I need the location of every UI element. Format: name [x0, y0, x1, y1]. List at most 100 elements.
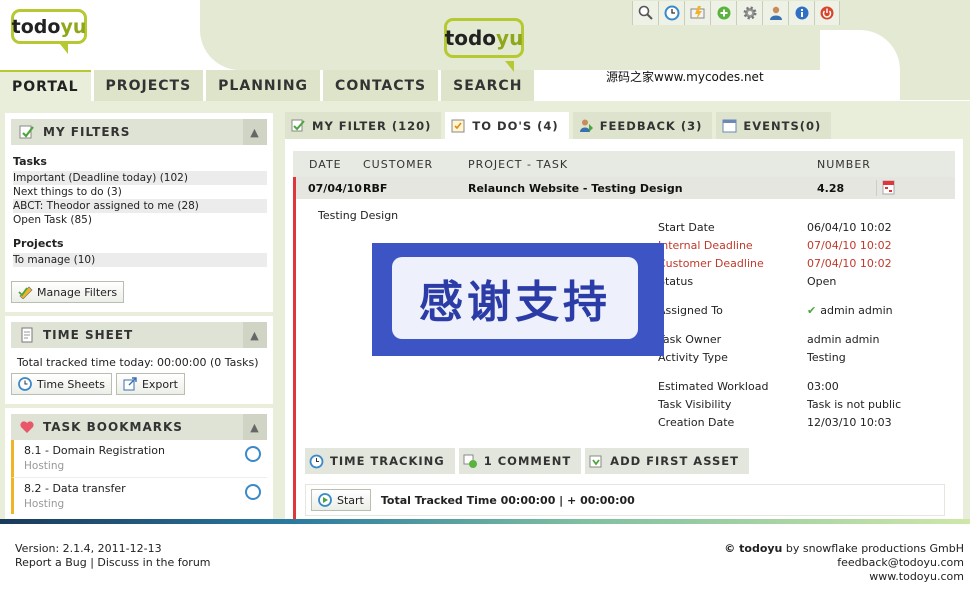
- export-icon: [123, 377, 137, 391]
- tab-portal[interactable]: PORTAL: [0, 70, 91, 101]
- timetrack-icon[interactable]: [245, 446, 261, 462]
- value-internal-deadline: 07/04/10 10:02: [807, 239, 892, 252]
- header-toolbar: [632, 1, 840, 25]
- tab-my-filter[interactable]: MY FILTER (120): [285, 112, 442, 139]
- label-start-date: Start Date: [658, 221, 715, 234]
- table-row[interactable]: 07/04/10 RBF Relaunch Website - Testing …: [293, 177, 955, 199]
- collapse-filters-button[interactable]: ▲: [243, 119, 267, 145]
- filter-icon: [291, 118, 306, 133]
- tracked-time-today: Total tracked time today: 00:00:00 (0 Ta…: [17, 356, 259, 369]
- tab-events[interactable]: EVENTS(0): [716, 112, 832, 139]
- tab-feedback[interactable]: FEEDBACK (3): [572, 112, 713, 139]
- label-task-visibility: Task Visibility: [658, 398, 732, 411]
- column-number[interactable]: NUMBER: [817, 158, 871, 171]
- tab-add-asset[interactable]: ADD FIRST ASSET: [585, 448, 749, 474]
- total-tracked-time: Total Tracked Time 00:00:00 | + 00:00:00: [380, 493, 635, 507]
- settings-icon[interactable]: [736, 1, 762, 25]
- logo-tail: [60, 44, 68, 54]
- banner-text: 感谢支持: [392, 257, 638, 339]
- manage-filters-button[interactable]: Manage Filters: [11, 281, 125, 303]
- timetrack-icon[interactable]: [245, 484, 261, 500]
- collapse-bookmarks-button[interactable]: ▲: [243, 414, 267, 440]
- time-sheet-title: TIME SHEET: [43, 328, 134, 342]
- filter-item[interactable]: Important (Deadline today) (102): [13, 171, 267, 185]
- filter-item[interactable]: Open Task (85): [13, 213, 267, 227]
- search-icon[interactable]: [632, 1, 658, 25]
- my-filters-panel: MY FILTERS ▲ Tasks Important (Deadline t…: [5, 113, 273, 312]
- footer-left: Version: 2.1.4, 2011-12-13 Report a Bug …: [15, 542, 211, 570]
- tab-comment[interactable]: 1 COMMENT: [458, 448, 582, 474]
- time-sheet-header[interactable]: TIME SHEET ▲: [11, 322, 267, 348]
- task-description: Testing Design: [318, 209, 399, 222]
- info-icon[interactable]: [788, 1, 814, 25]
- app-logo[interactable]: todo yu: [11, 9, 87, 44]
- collapse-timesheet-button[interactable]: ▲: [243, 322, 267, 348]
- time-sheets-button[interactable]: Time Sheets: [11, 373, 112, 395]
- asset-icon: [589, 454, 604, 469]
- filter-item[interactable]: Next things to do (3): [13, 185, 267, 199]
- logout-icon[interactable]: [814, 1, 840, 25]
- user-icon[interactable]: [762, 1, 788, 25]
- pencil-icon: [18, 285, 33, 300]
- value-creation-date: 12/03/10 10:03: [807, 416, 892, 429]
- task-detail-border: [293, 199, 296, 519]
- start-tracking-button[interactable]: Start: [311, 489, 371, 511]
- header-curve: [820, 30, 900, 100]
- clock-icon: [18, 377, 32, 391]
- timesheet-icon: [19, 327, 35, 343]
- add-icon[interactable]: [710, 1, 736, 25]
- footer-logo-tail: [505, 61, 514, 72]
- tab-contacts[interactable]: CONTACTS: [323, 70, 439, 101]
- label-assigned-to: Assigned To: [658, 304, 723, 317]
- quick-create-icon[interactable]: [684, 1, 710, 25]
- value-estimated-workload: 03:00: [807, 380, 839, 393]
- table-header: DATE CUSTOMER PROJECT - TASK NUMBER: [293, 151, 955, 177]
- chevron-up-icon: ▲: [250, 125, 260, 139]
- row-customer: RBF: [363, 181, 388, 195]
- column-project-task[interactable]: PROJECT - TASK: [468, 158, 568, 171]
- export-button[interactable]: Export: [115, 373, 185, 395]
- feedback-email-link[interactable]: feedback@todoyu.com: [724, 556, 964, 570]
- tab-search[interactable]: SEARCH: [441, 70, 535, 101]
- row-project-task: Relaunch Website - Testing Design: [468, 181, 683, 195]
- website-link[interactable]: www.todoyu.com: [724, 570, 964, 584]
- label-creation-date: Creation Date: [658, 416, 735, 429]
- task-sub-tabs: TIME TRACKING 1 COMMENT ADD FIRST ASSET: [305, 448, 753, 474]
- projects-heading: Projects: [13, 237, 64, 250]
- label-estimated-workload: Estimated Workload: [658, 380, 769, 393]
- tab-todos[interactable]: TO DO'S (4): [445, 112, 569, 139]
- label-activity-type: Activity Type: [658, 351, 728, 364]
- task-bookmarks-panel: TASK BOOKMARKS ▲ 8.1 - Domain Registrati…: [5, 408, 273, 519]
- clock-icon[interactable]: [658, 1, 684, 25]
- task-bookmarks-title: TASK BOOKMARKS: [43, 420, 183, 434]
- value-task-visibility: Task is not public: [807, 398, 902, 411]
- filter-item[interactable]: To manage (10): [13, 253, 267, 267]
- value-assigned-to: ✔ admin admin: [807, 304, 893, 317]
- bookmark-item[interactable]: 8.1 - Domain Registration Hosting: [11, 440, 267, 477]
- time-tracking-bar: Start Total Tracked Time 00:00:00 | + 00…: [305, 484, 945, 516]
- tab-projects[interactable]: PROJECTS: [93, 70, 204, 101]
- task-bookmarks-header[interactable]: TASK BOOKMARKS ▲: [11, 414, 267, 440]
- bookmark-item[interactable]: 8.2 - Data transfer Hosting: [11, 477, 267, 514]
- todo-icon: [451, 118, 466, 133]
- footer: Version: 2.1.4, 2011-12-13 Report a Bug …: [0, 524, 970, 599]
- column-customer[interactable]: CUSTOMER: [363, 158, 433, 171]
- my-filters-header[interactable]: MY FILTERS ▲: [11, 119, 267, 145]
- overlay-banner: 感谢支持: [372, 243, 664, 356]
- column-date[interactable]: DATE: [309, 158, 342, 171]
- main-tabs: PORTAL PROJECTS PLANNING CONTACTS SEARCH: [0, 70, 537, 101]
- footer-logo[interactable]: todo yu: [444, 18, 524, 58]
- tab-time-tracking[interactable]: TIME TRACKING: [305, 448, 455, 474]
- footer-links[interactable]: Report a Bug | Discuss in the forum: [15, 556, 211, 570]
- label-customer-deadline: Customer Deadline: [658, 257, 764, 270]
- label-task-owner: Task Owner: [658, 333, 722, 346]
- tab-planning[interactable]: PLANNING: [206, 70, 321, 101]
- check-icon: ✔: [807, 304, 817, 317]
- content-tabs: MY FILTER (120) TO DO'S (4) FEEDBACK (3)…: [285, 112, 835, 139]
- task-menu-icon[interactable]: [882, 180, 896, 198]
- filter-item[interactable]: ABCT: Theodor assigned to me (28): [13, 199, 267, 213]
- value-start-date: 06/04/10 10:02: [807, 221, 892, 234]
- calendar-icon: [722, 118, 737, 133]
- version-text: Version: 2.1.4, 2011-12-13: [15, 542, 162, 555]
- filter-icon: [19, 124, 35, 140]
